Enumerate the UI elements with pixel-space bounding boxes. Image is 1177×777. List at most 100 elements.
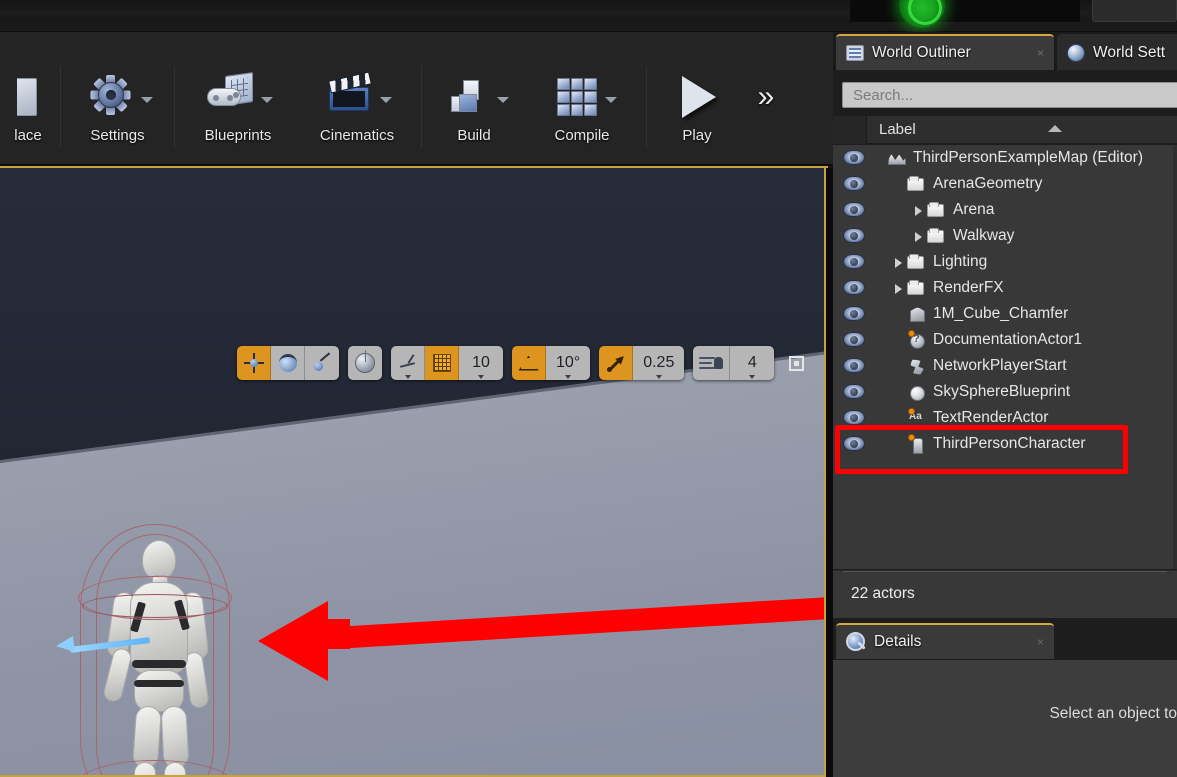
- camera-speed-group: 4: [693, 346, 774, 380]
- tab-label-world-settings: World Sett: [1093, 44, 1165, 62]
- blueprints-dropdown-caret-icon[interactable]: [261, 97, 273, 103]
- blueprint-badge-icon: [908, 330, 915, 337]
- visibility-eye-icon[interactable]: [843, 384, 865, 399]
- top-right-chip[interactable]: [1092, 0, 1177, 22]
- grid-snap-toggle[interactable]: [425, 346, 459, 380]
- visibility-eye-icon[interactable]: [843, 254, 865, 269]
- toolbar-item-place[interactable]: lace: [0, 66, 56, 156]
- toolbar-item-build[interactable]: Build: [426, 66, 522, 156]
- visibility-eye-icon[interactable]: [843, 228, 865, 243]
- search-input[interactable]: Search...: [842, 82, 1177, 108]
- outliner-row-thirdpersonexamplemap-editor[interactable]: ThirdPersonExampleMap (Editor): [833, 145, 1177, 171]
- outliner-tree[interactable]: ThirdPersonExampleMap (Editor) ArenaGeome…: [833, 145, 1177, 569]
- details-panel: Details × Select an object to: [833, 620, 1177, 777]
- folder-icon: [907, 282, 924, 295]
- double-chevron-right-icon: »: [758, 72, 775, 122]
- globe-icon: [355, 353, 375, 373]
- documentation-actor-icon: [907, 331, 926, 349]
- toolbar-item-compile[interactable]: Compile: [522, 66, 642, 156]
- surface-snapping-button[interactable]: [391, 346, 425, 380]
- tab-details[interactable]: Details ×: [836, 623, 1054, 659]
- level-viewport[interactable]: 10 10° 0.2: [0, 168, 826, 777]
- tab-world-settings[interactable]: World Sett: [1057, 34, 1177, 70]
- outliner-footer: 22 actors: [833, 570, 1177, 618]
- visibility-eye-icon[interactable]: [843, 150, 865, 165]
- column-header-label[interactable]: Label: [879, 121, 916, 138]
- expander-closed-icon[interactable]: [915, 206, 922, 216]
- outliner-row-walkway[interactable]: Walkway: [833, 223, 1177, 249]
- visibility-eye-icon[interactable]: [843, 410, 865, 425]
- camera-speed-button[interactable]: [693, 346, 730, 380]
- outliner-row-1m-cube-chamfer[interactable]: 1M_Cube_Chamfer: [833, 301, 1177, 327]
- toolbar-item-settings[interactable]: Settings: [65, 66, 170, 156]
- sort-ascending-icon[interactable]: [1048, 125, 1062, 132]
- expander-open-icon[interactable]: [875, 154, 885, 164]
- close-icon[interactable]: ×: [1037, 635, 1044, 649]
- angle-snap-toggle[interactable]: [512, 346, 546, 380]
- toolbar-item-cinematics[interactable]: Cinematics: [297, 66, 417, 156]
- visibility-eye-icon[interactable]: [843, 306, 865, 321]
- tab-world-outliner[interactable]: World Outliner ×: [836, 34, 1054, 70]
- player-start-icon: [907, 357, 926, 375]
- outliner-row-networkplayerstart[interactable]: NetworkPlayerStart: [833, 353, 1177, 379]
- camera-speed-value[interactable]: 4: [730, 346, 774, 380]
- scale-snap-value[interactable]: 0.25: [633, 346, 684, 380]
- outliner-row-label: Arena: [953, 201, 994, 219]
- angle-snap-value[interactable]: 10°: [546, 346, 590, 380]
- maximize-icon: [789, 356, 804, 371]
- outliner-row-skysphereblueprint[interactable]: SkySphereBlueprint: [833, 379, 1177, 405]
- footer-divider: [843, 571, 1167, 572]
- outliner-row-lighting[interactable]: Lighting: [833, 249, 1177, 275]
- clapperboard-icon: [322, 72, 376, 122]
- grid-icon: [433, 354, 451, 372]
- compile-cubes-icon: [547, 72, 601, 122]
- scale-gizmo-icon: [312, 354, 332, 372]
- compile-dropdown-caret-icon[interactable]: [605, 97, 617, 103]
- outliner-row-renderfx[interactable]: RenderFX: [833, 275, 1177, 301]
- world-space-toggle[interactable]: [348, 346, 382, 380]
- visibility-eye-icon[interactable]: [843, 176, 865, 191]
- build-dropdown-caret-icon[interactable]: [497, 97, 509, 103]
- collision-capsule-wireframe-inner: [96, 534, 214, 777]
- expander-closed-icon[interactable]: [915, 232, 922, 242]
- maximize-viewport-button[interactable]: [783, 350, 809, 376]
- outliner-row-label: DocumentationActor1: [933, 331, 1082, 349]
- outliner-row-documentationactor1[interactable]: DocumentationActor1: [833, 327, 1177, 353]
- translation-gizmo-arrow[interactable]: [56, 638, 152, 652]
- place-icon-wrap: [17, 66, 39, 128]
- visibility-eye-icon[interactable]: [843, 358, 865, 373]
- third-person-character-mesh[interactable]: [62, 520, 262, 777]
- viewport-right-gutter: [826, 168, 833, 777]
- visibility-column-header: [833, 116, 867, 144]
- expander-closed-icon[interactable]: [895, 258, 902, 268]
- settings-dropdown-caret-icon[interactable]: [141, 97, 153, 103]
- settings-icon-wrap: [83, 66, 153, 128]
- grid-snap-value[interactable]: 10: [459, 346, 503, 380]
- visibility-eye-icon[interactable]: [843, 280, 865, 295]
- static-mesh-icon: [907, 305, 926, 323]
- rotate-mode-button[interactable]: [271, 346, 305, 380]
- visibility-eye-icon[interactable]: [843, 202, 865, 217]
- compile-icon-wrap: [547, 66, 617, 128]
- translate-mode-button[interactable]: [237, 346, 271, 380]
- scale-snap-toggle[interactable]: [599, 346, 633, 380]
- outliner-row-arenageometry[interactable]: ArenaGeometry: [833, 171, 1177, 197]
- main-toolbar: lace: [0, 32, 833, 166]
- toolbar-overflow-button[interactable]: »: [743, 66, 789, 156]
- expander-open-icon[interactable]: [895, 180, 905, 190]
- close-icon[interactable]: ×: [1037, 46, 1044, 60]
- move-gizmo-icon: [244, 353, 264, 373]
- toolbar-item-blueprints[interactable]: Blueprints: [179, 66, 297, 156]
- visibility-eye-icon[interactable]: [843, 332, 865, 347]
- overflow-icon-wrap: »: [758, 66, 775, 128]
- scale-mode-button[interactable]: [305, 346, 339, 380]
- toolbar-label-compile: Compile: [554, 128, 609, 143]
- toolbar-label-cinematics: Cinematics: [320, 128, 394, 143]
- outliner-row-arena[interactable]: Arena: [833, 197, 1177, 223]
- cinematics-dropdown-caret-icon[interactable]: [380, 97, 392, 103]
- toolbar-item-play[interactable]: Play: [651, 66, 743, 156]
- outliner-row-label: ArenaGeometry: [933, 175, 1042, 193]
- level-icon: [887, 149, 906, 167]
- viewport-top-border: [0, 166, 828, 168]
- expander-closed-icon[interactable]: [895, 284, 902, 294]
